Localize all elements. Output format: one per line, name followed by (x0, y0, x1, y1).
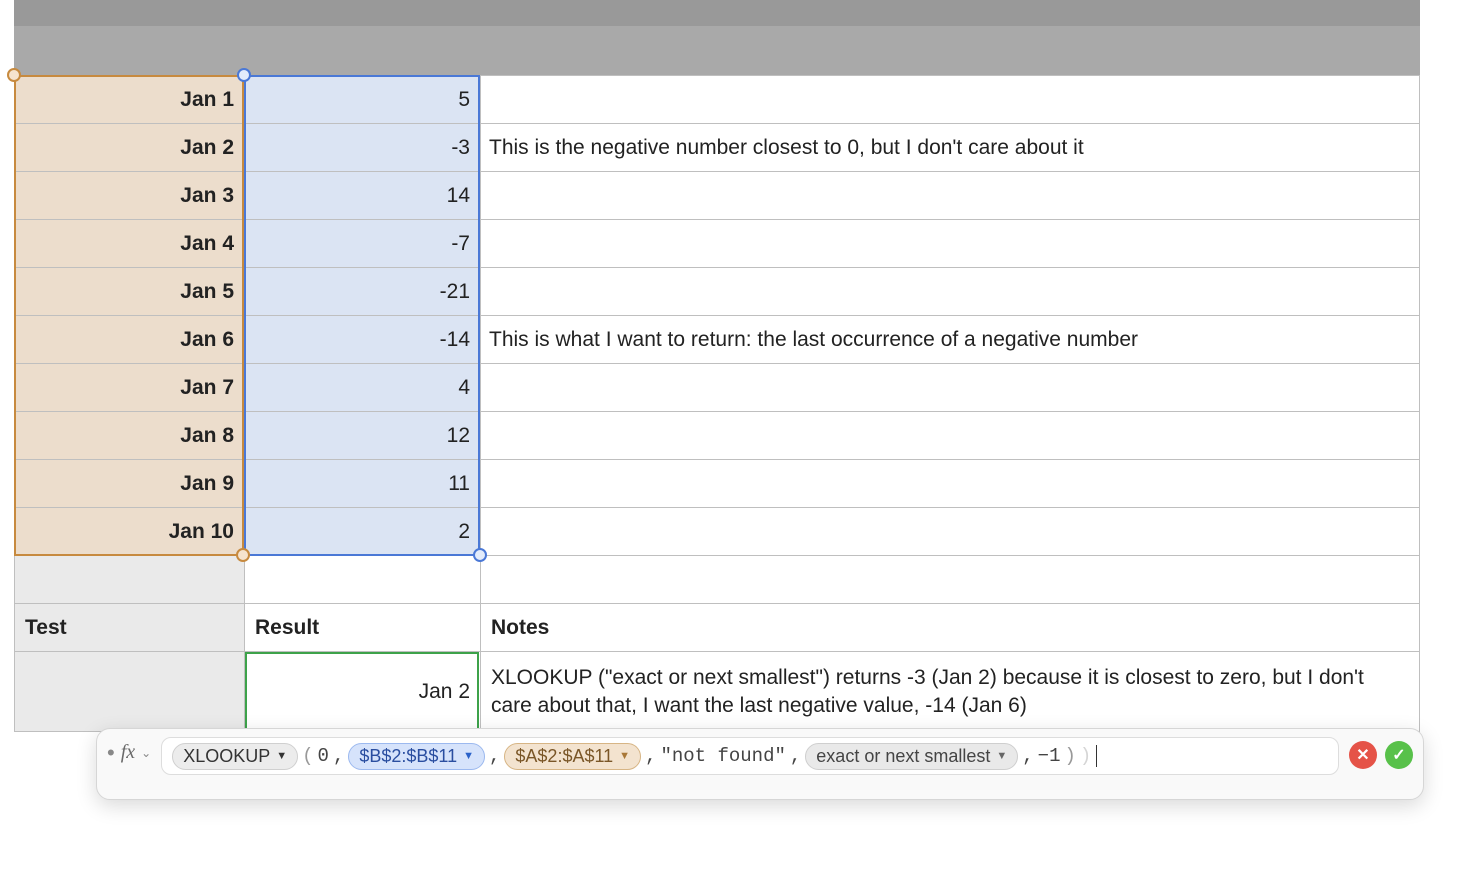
empty-cell[interactable] (481, 556, 1420, 604)
value-cell[interactable]: -3 (245, 124, 481, 172)
fx-label: fx (121, 741, 135, 764)
check-icon: ✓ (1392, 745, 1405, 765)
value-cell[interactable]: 5 (245, 76, 481, 124)
function-token[interactable]: XLOOKUP▼ (172, 743, 298, 770)
table-row: Jan 2-3This is the negative number close… (15, 124, 1420, 172)
date-cell[interactable]: Jan 10 (15, 508, 245, 556)
data-table[interactable]: Jan 15 Jan 2-3This is the negative numbe… (14, 75, 1420, 732)
chevron-down-icon: ▼ (619, 750, 630, 762)
chevron-down-icon: ▼ (463, 750, 474, 762)
formula-arg-string: "not found" (658, 745, 787, 767)
comma: , (331, 745, 346, 767)
formula-arg: −1 (1036, 745, 1063, 767)
table-row: Jan 15 (15, 76, 1420, 124)
empty-cell[interactable] (245, 556, 481, 604)
empty-cell[interactable] (15, 652, 245, 732)
note-cell[interactable] (481, 268, 1420, 316)
note-cell[interactable]: This is what I want to return: the last … (481, 316, 1420, 364)
value-cell[interactable]: -14 (245, 316, 481, 364)
table-row: Jan 74 (15, 364, 1420, 412)
comma: , (643, 745, 658, 767)
chevron-down-icon: ▼ (276, 750, 287, 762)
value-cell[interactable]: 2 (245, 508, 481, 556)
chevron-down-icon: ⌄ (141, 746, 151, 760)
table-row: Jan 102 (15, 508, 1420, 556)
value-cell[interactable]: -21 (245, 268, 481, 316)
note-cell[interactable] (481, 172, 1420, 220)
value-cell[interactable]: 12 (245, 412, 481, 460)
date-cell[interactable]: Jan 5 (15, 268, 245, 316)
note-cell[interactable] (481, 508, 1420, 556)
x-icon: ✕ (1356, 745, 1369, 765)
note-cell[interactable] (481, 220, 1420, 268)
note-cell[interactable] (481, 460, 1420, 508)
comma: , (788, 745, 803, 767)
column-header-row[interactable] (14, 26, 1420, 75)
date-cell[interactable]: Jan 3 (15, 172, 245, 220)
accept-button[interactable]: ✓ (1385, 741, 1413, 769)
table-row-empty (15, 556, 1420, 604)
table-row: Jan 6-14This is what I want to return: t… (15, 316, 1420, 364)
formula-arg: 0 (316, 745, 331, 767)
date-cell[interactable]: Jan 6 (15, 316, 245, 364)
bullet-icon: • (107, 742, 115, 764)
result-note-cell[interactable]: XLOOKUP ("exact or next smallest") retur… (481, 652, 1420, 732)
value-cell[interactable]: 11 (245, 460, 481, 508)
formula-editor[interactable]: • fx ⌄ XLOOKUP▼ ( 0 , $B$2:$B$11▼ , $A$2… (96, 728, 1424, 800)
range-token-a[interactable]: $A$2:$A$11▼ (504, 743, 641, 770)
chevron-down-icon: ▼ (996, 750, 1007, 762)
date-cell[interactable]: Jan 2 (15, 124, 245, 172)
paren-open: ( (300, 745, 315, 767)
note-cell[interactable]: This is the negative number closest to 0… (481, 124, 1420, 172)
comma: , (1020, 745, 1035, 767)
date-cell[interactable]: Jan 4 (15, 220, 245, 268)
table-row: Jan 5-21 (15, 268, 1420, 316)
table-row: Jan 911 (15, 460, 1420, 508)
table-row-result: Jan 2XLOOKUP ("exact or next smallest") … (15, 652, 1420, 732)
date-cell[interactable]: Jan 7 (15, 364, 245, 412)
formula-input[interactable]: XLOOKUP▼ ( 0 , $B$2:$B$11▼ , $A$2:$A$11▼… (161, 737, 1339, 775)
sheet-top-border (14, 0, 1420, 26)
date-cell[interactable]: Jan 8 (15, 412, 245, 460)
header-notes[interactable]: Notes (481, 604, 1420, 652)
table-row: Jan 812 (15, 412, 1420, 460)
value-cell[interactable]: 4 (245, 364, 481, 412)
range-token-b[interactable]: $B$2:$B$11▼ (348, 743, 485, 770)
match-mode-token[interactable]: exact or next smallest▼ (805, 743, 1018, 770)
note-cell[interactable] (481, 364, 1420, 412)
empty-cell[interactable] (15, 556, 245, 604)
paren-close: ) (1062, 745, 1077, 767)
table-row: Jan 314 (15, 172, 1420, 220)
date-cell[interactable]: Jan 9 (15, 460, 245, 508)
value-cell[interactable]: 14 (245, 172, 481, 220)
header-test[interactable]: Test (15, 604, 245, 652)
paren-close: ) (1078, 745, 1093, 767)
value-cell[interactable]: -7 (245, 220, 481, 268)
header-result[interactable]: Result (245, 604, 481, 652)
table-row-headers: TestResultNotes (15, 604, 1420, 652)
text-cursor-icon (1096, 745, 1097, 767)
date-cell[interactable]: Jan 1 (15, 76, 245, 124)
cancel-button[interactable]: ✕ (1349, 741, 1377, 769)
note-cell[interactable] (481, 76, 1420, 124)
note-cell[interactable] (481, 412, 1420, 460)
formula-fx-menu[interactable]: • fx ⌄ (107, 741, 151, 764)
spreadsheet: Jan 15 Jan 2-3This is the negative numbe… (14, 0, 1420, 732)
result-value-cell[interactable]: Jan 2 (245, 652, 481, 732)
table-row: Jan 4-7 (15, 220, 1420, 268)
comma: , (487, 745, 502, 767)
